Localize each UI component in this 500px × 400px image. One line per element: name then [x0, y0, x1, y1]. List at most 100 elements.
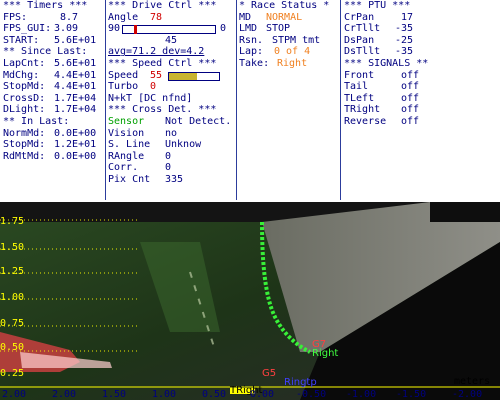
rangle-label: RAngle — [108, 150, 145, 162]
lapcnt-value: 5.6E+01 — [54, 57, 97, 69]
y-axis-label: 1.00 — [0, 292, 25, 303]
tail-value: off — [401, 81, 420, 93]
y-axis-label: 0.25 — [0, 368, 25, 379]
ptu-column: *** PTU *** CrPan 17 CrTllt -35 DsPan -25 D… — [344, 0, 498, 200]
md-label: MD — [239, 11, 252, 23]
column-divider — [105, 0, 106, 200]
tail-label: Tail — [344, 81, 369, 93]
md-value: NORMAL — [266, 11, 303, 23]
dlight-value: 1.7E+04 — [54, 104, 97, 116]
fps-value: 8.7 — [60, 11, 79, 23]
pixcnt-label: Pix Cnt — [108, 173, 151, 185]
angle-bar — [122, 25, 216, 35]
fps-gui-label: FPS_GUI: — [3, 23, 52, 35]
turbo-value: 0 — [150, 81, 157, 93]
x-axis-label: 2.00 — [52, 389, 77, 400]
g5-marker: G5 — [262, 368, 277, 379]
sensor-label: Sensor — [108, 115, 145, 127]
y-axis-label: 1.25 — [0, 266, 25, 277]
crossd-label: CrossD: — [3, 92, 46, 104]
sline-value: Unknow — [165, 139, 202, 151]
normmd-label: NormMd: — [3, 127, 46, 139]
x-axis-label: 2.00 — [2, 389, 27, 400]
cross-header: *** Cross Det. *** — [108, 104, 217, 116]
x-axis-label: -0.50 — [296, 389, 327, 400]
x-axis-label: 1.00 — [152, 389, 177, 400]
pixcnt-value: 335 — [165, 173, 184, 185]
dstilt-label: DsTllt — [344, 46, 381, 58]
x-axis-label: 1.50 — [102, 389, 127, 400]
nkt-status: N+kT [DC nfnd] — [108, 92, 193, 104]
tleft-value: off — [401, 92, 420, 104]
stopmd-label: StopMd: — [3, 81, 46, 93]
y-axis-label: 1.50 — [0, 242, 25, 253]
stopmd2-value: 1.2E+01 — [54, 139, 97, 151]
angle-label: Angle — [108, 11, 139, 23]
reverse-label: Reverse — [344, 115, 387, 127]
start-value: 5.6E+01 — [54, 34, 97, 46]
tleft-label: TLeft — [344, 92, 375, 104]
crossd-value: 1.7E+04 — [54, 92, 97, 104]
corr-value: 0 — [165, 162, 172, 174]
crtilt-label: CrTllt — [344, 23, 381, 35]
front-label: Front — [344, 69, 375, 81]
rsn-label: Rsn. — [239, 34, 264, 46]
timers-column: *** Timers *** FPS: 8.7 FPS_GUI: 3.09 STAR… — [3, 0, 104, 200]
crpan-value: 17 — [401, 11, 414, 23]
rdmtmd-value: 0.0E+00 — [54, 150, 97, 162]
x-axis-label: -1.00 — [346, 389, 377, 400]
drive-column: *** Drive Ctrl *** Angle 78 90 0 45 avg=7… — [108, 0, 232, 200]
x-axis-label: -2.00 — [452, 389, 483, 400]
sensor-value: Not Detect. — [165, 115, 232, 127]
right-marker: Right — [312, 348, 339, 359]
dspan-value: -25 — [395, 34, 414, 46]
mdchg-value: 4.4E+01 — [54, 69, 97, 81]
rsn-value: STPM tmt — [272, 34, 321, 46]
y-axis-label: 0.75 — [0, 318, 25, 329]
fps-gui-value: 3.09 — [54, 23, 79, 35]
angle-bar-left-label: 90 — [108, 23, 121, 35]
speed-value: 55 — [150, 69, 163, 81]
drive-header: *** Drive Ctrl *** — [108, 0, 217, 11]
angle-bar-marker — [134, 25, 138, 35]
x-axis-label: 0.00 — [250, 389, 275, 400]
x-axis-label: 0.50 — [202, 389, 227, 400]
dstilt-value: -35 — [395, 46, 414, 58]
lap-value: 0 of 4 — [274, 46, 311, 58]
rangle-value: 0 — [165, 150, 172, 162]
tright-label: TRight — [344, 104, 381, 116]
ptu-header: *** PTU *** — [344, 0, 411, 11]
column-divider — [340, 0, 341, 200]
dlight-label: DLight: — [3, 104, 46, 116]
ringtp-marker: Ringtp — [284, 377, 317, 388]
vision-label: Vision — [108, 127, 145, 139]
angle-bar-mid-label: 45 — [165, 34, 178, 46]
angle-stats: avg=71.2 dev=4.2 — [108, 46, 205, 58]
speed-label: Speed — [108, 69, 139, 81]
lapcnt-label: LapCnt: — [3, 57, 46, 69]
y-axis-label: 0.50 — [0, 342, 25, 353]
race-status-column: * Race Status * MD NORMAL LMD STOP Rsn. STP… — [239, 0, 339, 200]
front-value: off — [401, 69, 420, 81]
speed-bar-fill — [169, 72, 197, 80]
fps-label: FPS: — [3, 11, 28, 23]
y-axis-label: 1.75 — [0, 216, 25, 227]
timers-header: *** Timers *** — [3, 0, 88, 11]
tright-value: off — [401, 104, 420, 116]
lmd-label: LMD — [239, 23, 258, 35]
stopmd-value: 4.4E+01 — [54, 81, 97, 93]
sline-label: S. Line — [108, 139, 151, 151]
camera-view: 1.75 1.50 1.25 1.00 0.75 0.50 0.25 G7 Ri… — [0, 202, 500, 400]
x-axis-label: -1.50 — [396, 389, 427, 400]
speed-header: *** Speed Ctrl *** — [108, 57, 217, 69]
start-label: START: — [3, 34, 40, 46]
column-divider — [236, 0, 237, 200]
crpan-label: CrPan — [344, 11, 375, 23]
rdmtmd-label: RdMtMd: — [3, 150, 46, 162]
vision-value: no — [165, 127, 178, 139]
reverse-value: off — [401, 115, 420, 127]
lap-label: Lap: — [239, 46, 264, 58]
camera-image — [0, 202, 500, 400]
take-label: Take: — [239, 57, 270, 69]
angle-bar-right-label: 0 — [220, 23, 227, 35]
